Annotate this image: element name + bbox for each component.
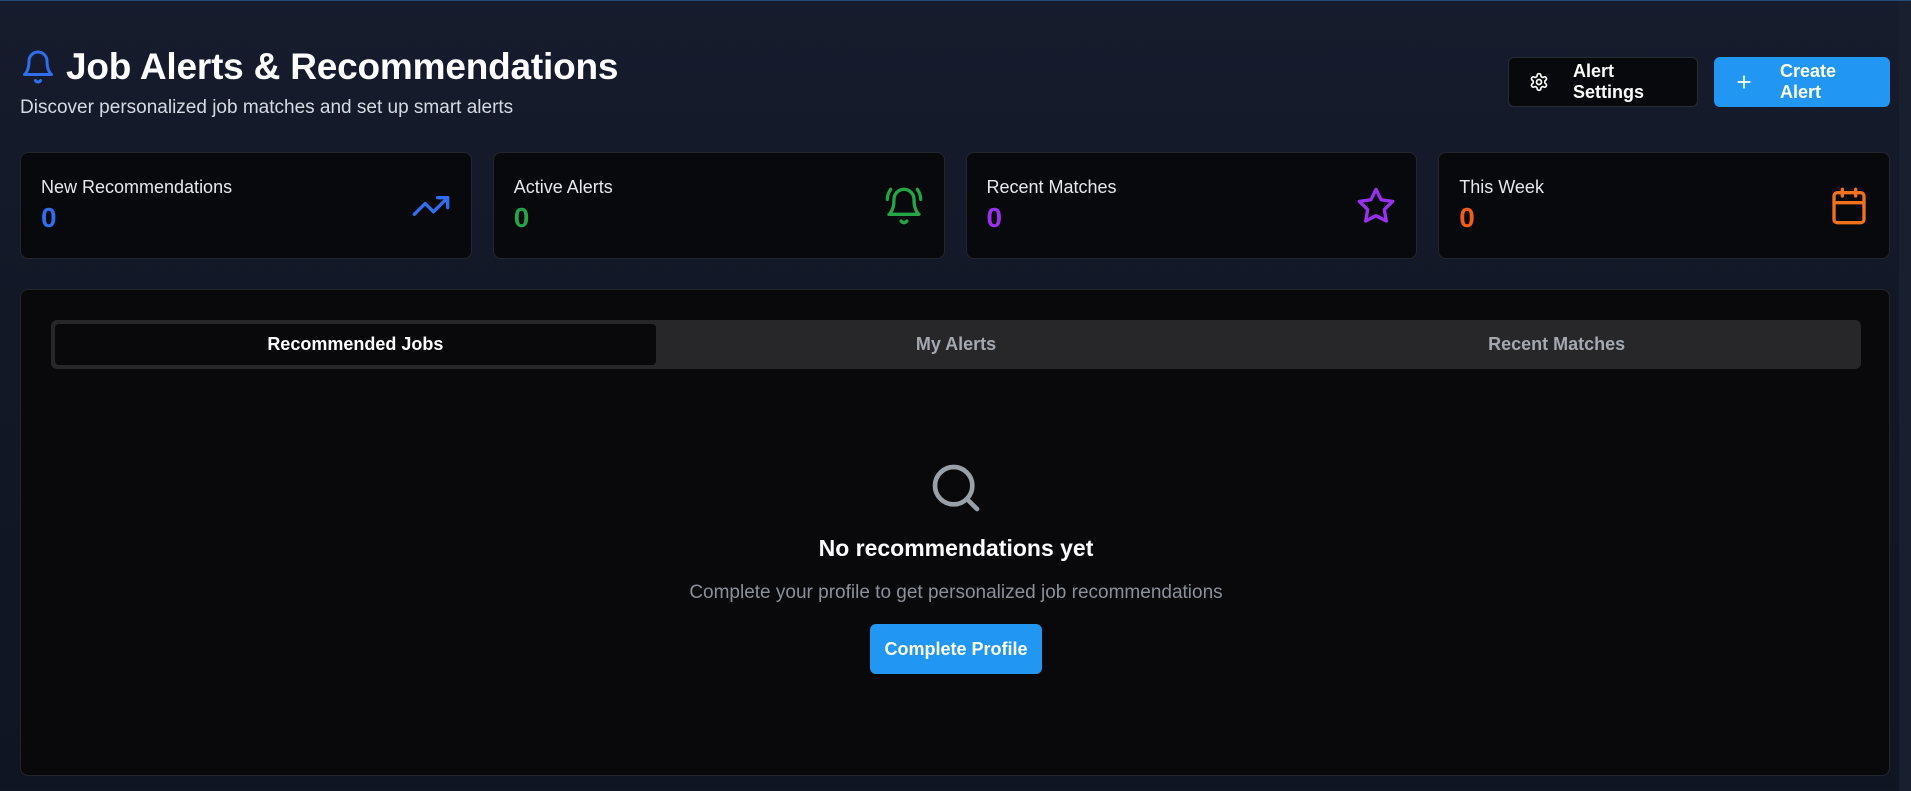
stat-label: New Recommendations (41, 177, 233, 197)
tab-recent-matches[interactable]: Recent Matches (1256, 324, 1857, 365)
stat-value: 0 (513, 202, 530, 233)
search-icon (928, 464, 984, 520)
stat-card-this-week: This Week 0 (1438, 152, 1890, 259)
tab-my-alerts[interactable]: My Alerts (656, 324, 1257, 365)
empty-state-title: No recommendations yet (818, 535, 1094, 561)
page-title: Job Alerts & Recommendations (66, 46, 619, 87)
trending-up-icon (411, 186, 451, 226)
empty-state: No recommendations yet Complete your pro… (21, 460, 1891, 674)
main-panel: Recommended Jobs My Alerts Recent Matche… (20, 289, 1890, 776)
stat-label: Recent Matches (986, 177, 1117, 197)
create-alert-label: Create Alert (1780, 61, 1837, 102)
star-icon (1356, 186, 1396, 226)
stat-value: 0 (1459, 202, 1475, 233)
stat-card-recent-matches: Recent Matches 0 (965, 152, 1418, 259)
page-header: Job Alerts & Recommendations Discover pe… (20, 45, 1890, 121)
gear-icon (1529, 72, 1549, 92)
plus-icon (1734, 72, 1754, 92)
tab-list: Recommended Jobs My Alerts Recent Matche… (51, 320, 1861, 369)
tab-recommended-jobs[interactable]: Recommended Jobs (55, 324, 656, 365)
stat-value: 0 (41, 202, 57, 233)
page: Job Alerts & Recommendations Discover pe… (20, 1, 1890, 791)
create-alert-button[interactable]: Create Alert (1714, 57, 1890, 107)
scrollbar-track[interactable] (1899, 1, 1911, 791)
calendar-icon (1829, 186, 1869, 226)
stat-value: 0 (986, 202, 1003, 233)
empty-state-description: Complete your profile to get personalize… (689, 582, 1223, 603)
header-actions: Alert Settings Create Alert (1508, 57, 1890, 107)
alert-settings-label: Alert Settings (1573, 61, 1645, 102)
stat-label: This Week (1459, 177, 1544, 197)
stat-card-new-recommendations: New Recommendations 0 (20, 152, 472, 259)
stats-row: New Recommendations 0 Active Alerts 0 Re… (20, 152, 1890, 259)
bell-ring-icon (884, 186, 924, 226)
alert-settings-button[interactable]: Alert Settings (1508, 57, 1698, 107)
complete-profile-button[interactable]: Complete Profile (870, 624, 1042, 674)
bell-icon (20, 49, 56, 85)
stat-label: Active Alerts (513, 177, 613, 197)
stat-card-active-alerts: Active Alerts 0 (492, 152, 945, 259)
